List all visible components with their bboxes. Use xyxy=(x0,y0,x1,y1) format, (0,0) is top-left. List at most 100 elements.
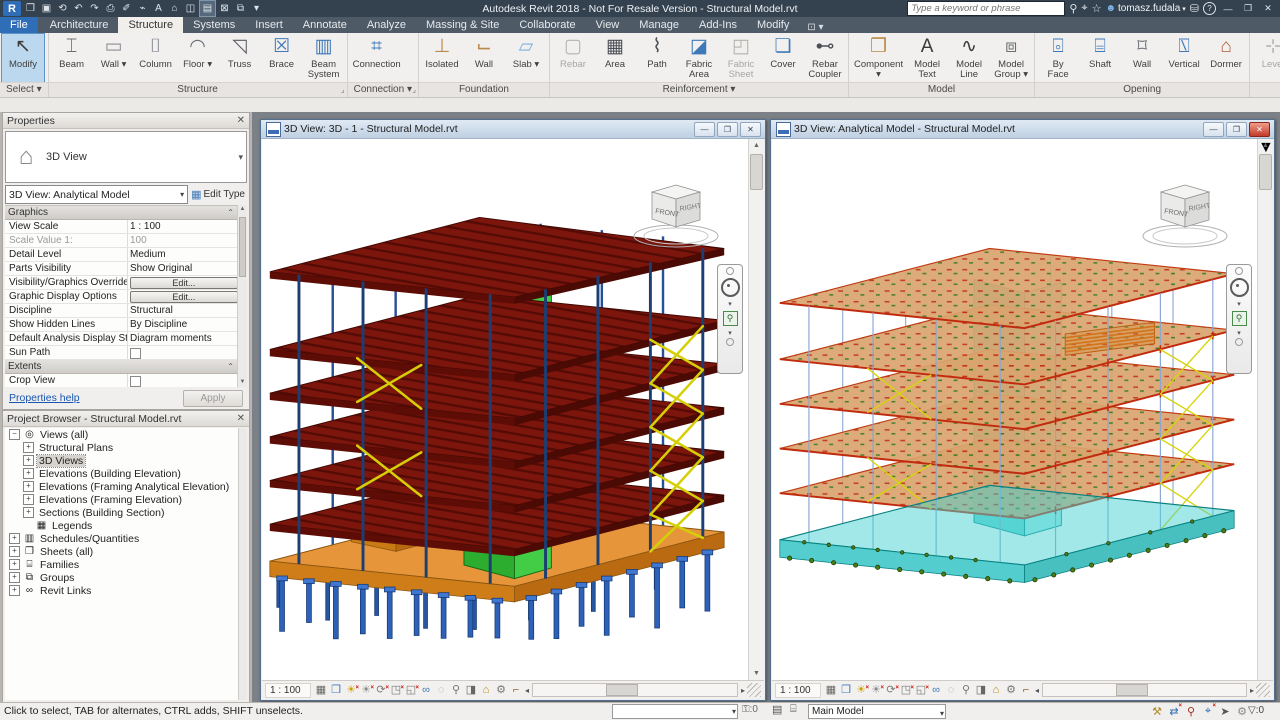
view-cube[interactable]: FRONT RIGHT xyxy=(628,179,724,253)
scroll-down-icon[interactable]: ▼ xyxy=(749,667,764,681)
scrollbar-thumb[interactable] xyxy=(750,154,763,190)
tree-item-elevations-framing-elevation[interactable]: +Elevations (Framing Elevation) xyxy=(5,493,239,506)
crop-view-checkbox[interactable] xyxy=(130,376,141,387)
tree-item-schedules-quantities[interactable]: +▥Schedules/Quantities xyxy=(5,532,239,545)
tree-item-groups[interactable]: +⧉Groups xyxy=(5,571,239,584)
favorites-icon[interactable]: ☆ xyxy=(1092,2,1102,15)
reveal-constraints-icon[interactable]: ⚙ xyxy=(494,683,508,697)
property-row-default-analysis-display-style[interactable]: Default Analysis Display StyleDiagram mo… xyxy=(5,332,247,346)
minimize-button[interactable]: — xyxy=(1220,2,1236,15)
path-button[interactable]: ⌇Path xyxy=(636,34,678,82)
view-scale-button[interactable]: 1 : 100 xyxy=(265,683,311,698)
detail-level-icon[interactable]: ▦ xyxy=(314,683,328,697)
navigation-bar[interactable]: ▾ ⚲ ▾ xyxy=(1226,264,1252,374)
worksharing-display-icon[interactable]: ⌐ xyxy=(1019,683,1033,697)
tree-item-elevations-framing-analytical-elevation[interactable]: +Elevations (Framing Analytical Elevatio… xyxy=(5,480,239,493)
apply-button[interactable]: Apply xyxy=(183,390,243,407)
tree-item-elevations-building-elevation[interactable]: +Elevations (Building Elevation) xyxy=(5,467,239,480)
brace-button[interactable]: ☒Brace xyxy=(261,34,303,82)
measure-icon[interactable]: ✐ xyxy=(119,1,134,16)
scroll-up-icon[interactable]: ▲ xyxy=(749,139,764,153)
edit-type-button[interactable]: ▦ Edit Type xyxy=(191,188,247,201)
crop-view-icon[interactable]: ◳× xyxy=(899,683,913,697)
exchange-apps-icon[interactable]: ⌖ xyxy=(1081,2,1087,15)
project-browser-header[interactable]: Project Browser - Structural Model.rvt ✕ xyxy=(3,411,249,427)
aligned-dimension-icon[interactable]: ⌁ xyxy=(135,1,150,16)
close-button[interactable]: ✕ xyxy=(1260,2,1276,15)
close-view-button[interactable]: ✕ xyxy=(740,122,761,137)
model-line-button[interactable]: ∿Model Line xyxy=(948,34,990,82)
sun-path-icon[interactable]: ☀× xyxy=(854,683,868,697)
crop-view-icon[interactable]: ◳× xyxy=(389,683,403,697)
property-row-view-scale[interactable]: View Scale1 : 100 xyxy=(5,220,247,234)
panel-label-select[interactable]: Select ▾ xyxy=(0,82,48,97)
type-selector[interactable]: ⌂ 3D View ▾ xyxy=(5,131,247,183)
restore-view-button[interactable]: ❐ xyxy=(717,122,738,137)
steering-wheel-icon[interactable] xyxy=(721,278,740,297)
resize-grip[interactable] xyxy=(747,683,761,697)
restore-button[interactable]: ❐ xyxy=(1240,2,1256,15)
close-view-button[interactable]: ✕ xyxy=(1249,122,1270,137)
navigation-bar[interactable]: ▾ ⚲ ▾ xyxy=(717,264,743,374)
expand-icon[interactable]: − xyxy=(9,429,20,440)
property-row-show-hidden-lines[interactable]: Show Hidden LinesBy Discipline xyxy=(5,318,247,332)
steering-wheel-icon[interactable] xyxy=(1230,278,1249,297)
navbar-handle-icon[interactable] xyxy=(726,338,734,346)
properties-help-link[interactable]: Properties help xyxy=(5,392,80,404)
view-cube[interactable]: FRONT RIGHT xyxy=(1137,179,1233,253)
revit-logo-icon[interactable]: R xyxy=(3,1,21,16)
slab-button[interactable]: ▱Slab ▾ xyxy=(505,34,547,82)
horizontal-scrollbar[interactable] xyxy=(1042,683,1247,697)
select-pinned-icon[interactable]: ⌖× xyxy=(1201,705,1215,718)
expand-icon[interactable]: + xyxy=(23,507,34,518)
workset-select[interactable]: ▾ xyxy=(612,704,738,719)
beam-system-button[interactable]: ▥Beam System xyxy=(303,34,345,82)
scroll-up-icon[interactable]: ▲ xyxy=(1258,139,1273,153)
tab-structure[interactable]: Structure xyxy=(118,17,183,33)
expand-icon[interactable]: + xyxy=(9,559,20,570)
vertical-button[interactable]: ⍂Vertical xyxy=(1163,34,1205,82)
component-button[interactable]: ❒Component ▾ xyxy=(851,34,906,82)
rebar-coupler-button[interactable]: ⊷Rebar Coupler xyxy=(804,34,846,82)
minimize-view-button[interactable]: — xyxy=(1203,122,1224,137)
scroll-left-icon[interactable]: ◂ xyxy=(523,686,531,695)
truss-button[interactable]: ◹Truss xyxy=(219,34,261,82)
reveal-constraints-icon[interactable]: ⚙ xyxy=(1004,683,1018,697)
expand-icon[interactable]: + xyxy=(23,455,34,466)
design-options-icon[interactable]: ⌸ xyxy=(790,703,797,716)
help-search-input[interactable] xyxy=(907,1,1065,16)
visibility-graphics-overrides-edit-button[interactable]: Edit... xyxy=(130,277,238,289)
navbar-handle-icon[interactable] xyxy=(726,267,734,275)
expand-icon[interactable]: + xyxy=(23,442,34,453)
navbar-handle-icon[interactable] xyxy=(1235,338,1243,346)
default-3d-view-icon[interactable]: ⌂ xyxy=(167,1,182,16)
zoom-icon[interactable]: ⚲ xyxy=(723,311,738,326)
tab-insert[interactable]: Insert xyxy=(245,17,293,33)
restore-view-button[interactable]: ❐ xyxy=(1226,122,1247,137)
property-row-scale-value-1[interactable]: Scale Value 1:100 xyxy=(5,234,247,248)
worksharing-display-icon[interactable]: ⌐ xyxy=(509,683,523,697)
scroll-left-icon[interactable]: ◂ xyxy=(1033,686,1041,695)
design-option-select[interactable]: Main Model▾ xyxy=(808,704,946,719)
crop-region-icon[interactable]: ◱× xyxy=(404,683,418,697)
select-by-face-icon[interactable]: ➤ xyxy=(1218,705,1232,718)
help-icon[interactable]: ? xyxy=(1203,2,1216,15)
exclude-options-icon[interactable]: ⇄× xyxy=(1167,705,1181,718)
expand-icon[interactable]: + xyxy=(9,533,20,544)
analytical-model-icon[interactable]: ◨ xyxy=(974,683,988,697)
graphic-display-options-edit-button[interactable]: Edit... xyxy=(130,291,238,303)
press-drag-icon[interactable]: ⚲ xyxy=(1184,705,1198,718)
crop-region-icon[interactable]: ◱× xyxy=(914,683,928,697)
view-window-titlebar[interactable]: 3D View: 3D - 1 - Structural Model.rvt —… xyxy=(261,120,765,139)
tab-annotate[interactable]: Annotate xyxy=(293,17,357,33)
modify-button[interactable]: ↖Modify xyxy=(2,34,44,82)
chevron-down-icon[interactable]: ▾ xyxy=(728,329,732,337)
rendering-icon[interactable]: ⟳× xyxy=(374,683,388,697)
floor-button[interactable]: ◠Floor ▾ xyxy=(177,34,219,82)
model-canvas[interactable]: FRONT RIGHT ▾ ⚲ ▾ ▲ ▼ xyxy=(772,139,1273,681)
view-instance-select[interactable]: 3D View: Analytical Model▾ xyxy=(5,185,188,204)
shadows-icon[interactable]: ☀× xyxy=(359,683,373,697)
undo-icon[interactable]: ↶ xyxy=(71,1,86,16)
dormer-button[interactable]: ⌂Dormer xyxy=(1205,34,1247,82)
tab-systems[interactable]: Systems xyxy=(183,17,245,33)
